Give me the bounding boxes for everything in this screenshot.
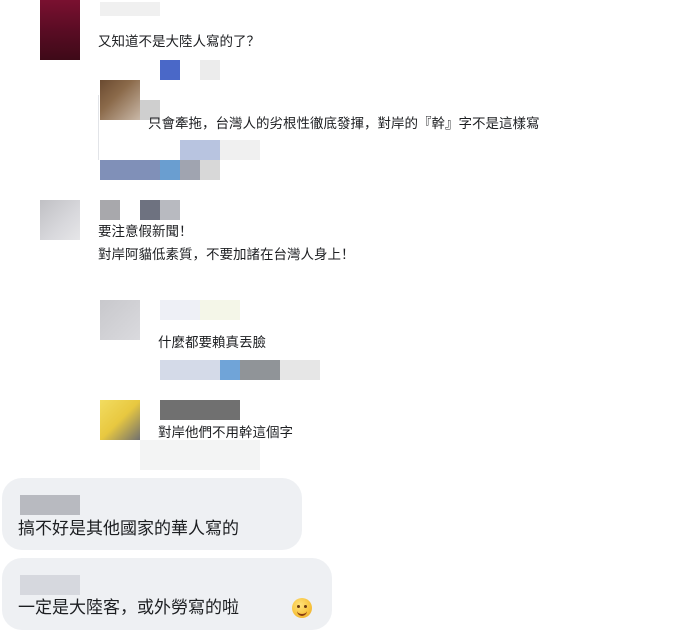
username-blurred[interactable]	[160, 200, 180, 220]
reaction-blurred	[200, 160, 220, 180]
comment-text: 什麼都要賴真丟臉	[158, 335, 266, 351]
username-blurred[interactable]	[200, 300, 240, 320]
avatar[interactable]	[100, 300, 140, 340]
reaction-blurred	[220, 140, 260, 160]
reaction-blurred	[240, 360, 280, 380]
comment-text: 搞不好是其他國家的華人寫的	[18, 519, 239, 539]
username-blurred[interactable]	[140, 200, 160, 220]
reaction-blurred	[180, 140, 220, 160]
avatar[interactable]	[40, 0, 80, 60]
reaction-blurred	[160, 160, 180, 180]
username-blurred[interactable]	[20, 575, 80, 595]
username-blurred[interactable]	[160, 400, 240, 420]
comment-text-line-1: 要注意假新聞！	[98, 224, 193, 240]
reaction-blurred	[140, 440, 260, 470]
comment-text-line-2: 對岸阿貓低素質，不要加諸在台灣人身上！	[98, 247, 355, 263]
comment-text: 一定是大陸客，或外勞寫的啦	[18, 598, 239, 618]
avatar[interactable]	[100, 400, 140, 440]
smiling-face-emoji-icon	[292, 598, 312, 618]
username-blurred[interactable]	[20, 495, 80, 515]
avatar[interactable]	[40, 200, 80, 240]
reaction-blurred	[100, 160, 160, 180]
thread-line	[98, 95, 99, 160]
username-blurred[interactable]	[160, 300, 200, 320]
reaction-blurred	[160, 360, 220, 380]
reaction-blurred	[280, 360, 320, 380]
username-blurred[interactable]	[100, 2, 160, 16]
comment-text: 只會牽拖，台灣人的劣根性徹底發揮，對岸的『幹』字不是這樣寫	[148, 116, 540, 132]
username-blurred[interactable]	[100, 200, 120, 220]
reaction-blurred	[220, 360, 240, 380]
reaction-blurred	[180, 160, 200, 180]
reaction-blurred	[200, 60, 220, 80]
avatar[interactable]	[100, 80, 140, 120]
comment-text: 又知道不是大陸人寫的了？	[98, 34, 260, 50]
reaction-blurred	[160, 60, 180, 80]
